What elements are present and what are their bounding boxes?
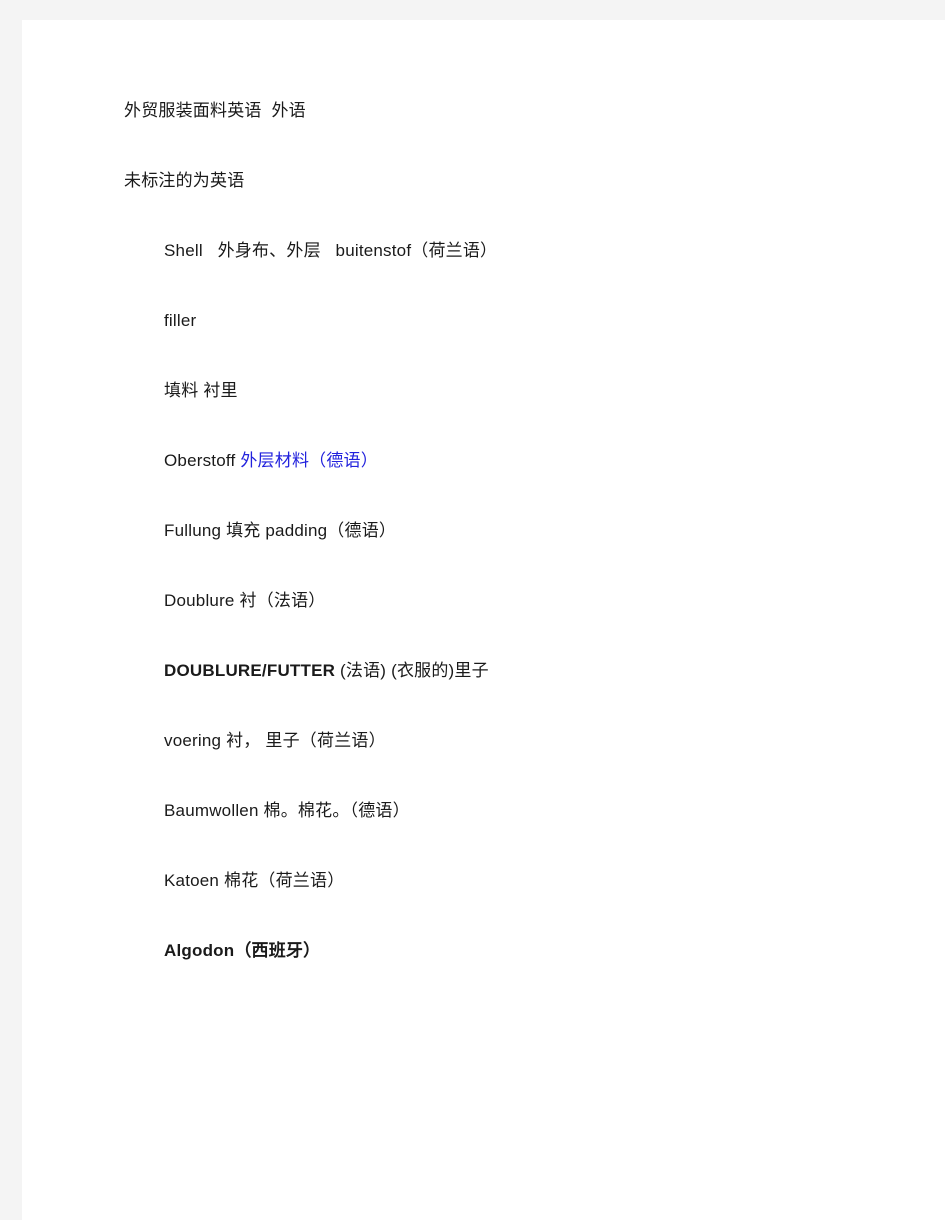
paragraph-algodon: Algodon（西班牙） xyxy=(164,940,884,1010)
paragraph-fullung-segment: Fullung 填充 padding（德语） xyxy=(164,521,397,540)
paragraph-filler: filler xyxy=(164,310,884,380)
paragraph-baumwollen-segment: Baumwollen 棉。棉花。（德语） xyxy=(164,801,410,820)
paragraph-doublure-futter-segment: (法语) (衣服的)里子 xyxy=(335,661,489,680)
paragraph-algodon-segment: Algodon（西班牙） xyxy=(164,941,321,960)
paragraph-doublure-futter: DOUBLURE/FUTTER (法语) (衣服的)里子 xyxy=(164,660,884,730)
paragraph-note-segment: 未标注的为英语 xyxy=(124,171,245,190)
paragraph-filler-segment: filler xyxy=(164,311,197,330)
paragraph-title-segment: 外贸服装面料英语 外语 xyxy=(124,101,306,120)
paragraph-tianliao-chenli: 填料 衬里 xyxy=(164,380,884,450)
paragraph-title: 外贸服装面料英语 外语 xyxy=(124,100,884,170)
paragraph-katoen: Katoen 棉花（荷兰语） xyxy=(164,870,884,940)
document-page: 外贸服装面料英语 外语 未标注的为英语 Shell 外身布、外层 buitensto… xyxy=(22,20,945,1220)
paragraph-doublure-segment: Doublure 衬（法语） xyxy=(164,591,326,610)
paragraph-voering: voering 衬， 里子（荷兰语） xyxy=(164,730,884,800)
paragraph-oberstoff-segment: Oberstoff xyxy=(164,451,241,470)
paragraph-baumwollen: Baumwollen 棉。棉花。（德语） xyxy=(164,800,884,870)
paragraph-doublure: Doublure 衬（法语） xyxy=(164,590,884,660)
paragraph-shell: Shell 外身布、外层 buitenstof（荷兰语） xyxy=(164,240,884,310)
paragraph-note: 未标注的为英语 xyxy=(124,170,884,240)
paragraph-voering-segment: voering 衬， 里子（荷兰语） xyxy=(164,731,386,750)
document-body: 外贸服装面料英语 外语 未标注的为英语 Shell 外身布、外层 buitensto… xyxy=(124,100,884,1010)
paragraph-oberstoff-segment: 外层材料（德语） xyxy=(240,451,378,470)
paragraph-doublure-futter-segment: DOUBLURE/FUTTER xyxy=(164,661,336,680)
paragraph-fullung: Fullung 填充 padding（德语） xyxy=(164,520,884,590)
paragraph-katoen-segment: Katoen 棉花（荷兰语） xyxy=(164,871,345,890)
paragraph-shell-segment: Shell 外身布、外层 buitenstof（荷兰语） xyxy=(164,241,498,260)
paragraph-oberstoff: Oberstoff 外层材料（德语） xyxy=(164,450,884,520)
paragraph-tianliao-chenli-segment: 填料 衬里 xyxy=(164,381,238,400)
